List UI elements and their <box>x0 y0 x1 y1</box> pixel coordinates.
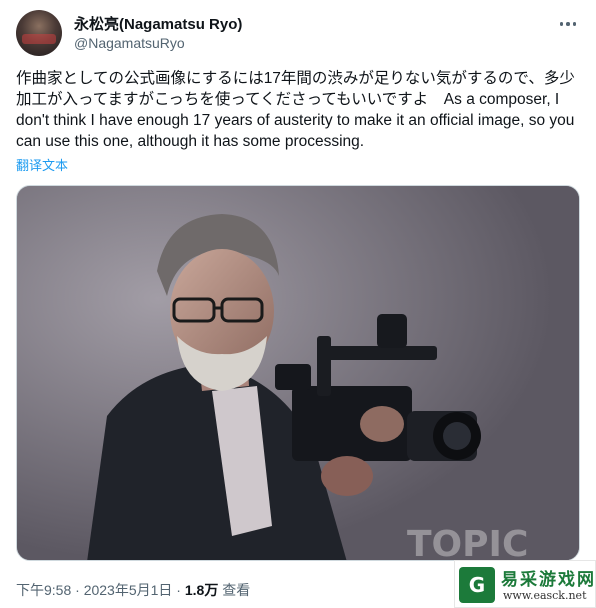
dot <box>559 22 564 26</box>
separator: · <box>172 582 185 598</box>
tweet-text: 作曲家としての公式画像にするには17年間の渋みが足りない気がするので、多少加工が… <box>16 70 575 150</box>
separator: · <box>71 582 84 598</box>
tweet-header: 永松亮(Nagamatsu Ryo) @NagamatsuRyo <box>0 0 596 64</box>
dot <box>566 22 570 26</box>
tweet-time[interactable]: 下午9:58 <box>16 582 71 598</box>
translate-link[interactable]: 翻译文本 <box>16 155 68 174</box>
site-watermark: G 易采游戏网 www.easck.net <box>454 560 596 608</box>
tweet-photo[interactable]: TOPIC <box>16 185 580 561</box>
more-options-icon[interactable] <box>556 14 580 34</box>
dot <box>572 22 577 26</box>
author-display-name[interactable]: 永松亮(Nagamatsu Ryo) <box>74 13 242 34</box>
photo-image: TOPIC <box>17 186 579 561</box>
watermark-url: www.easck.net <box>503 589 587 602</box>
tweet-footer: 下午9:58 · 2023年5月1日 · 1.8万 查看 <box>16 580 250 600</box>
tweet-date[interactable]: 2023年5月1日 <box>84 582 173 598</box>
views-count: 1.8万 <box>184 582 219 598</box>
views-label: 查看 <box>222 582 251 598</box>
svg-text:TOPIC: TOPIC <box>407 524 528 561</box>
avatar[interactable] <box>16 10 62 56</box>
author-handle[interactable]: @NagamatsuRyo <box>74 35 185 51</box>
watermark-title: 易采游戏网 <box>501 570 596 590</box>
watermark-logo-icon: G <box>459 567 495 603</box>
